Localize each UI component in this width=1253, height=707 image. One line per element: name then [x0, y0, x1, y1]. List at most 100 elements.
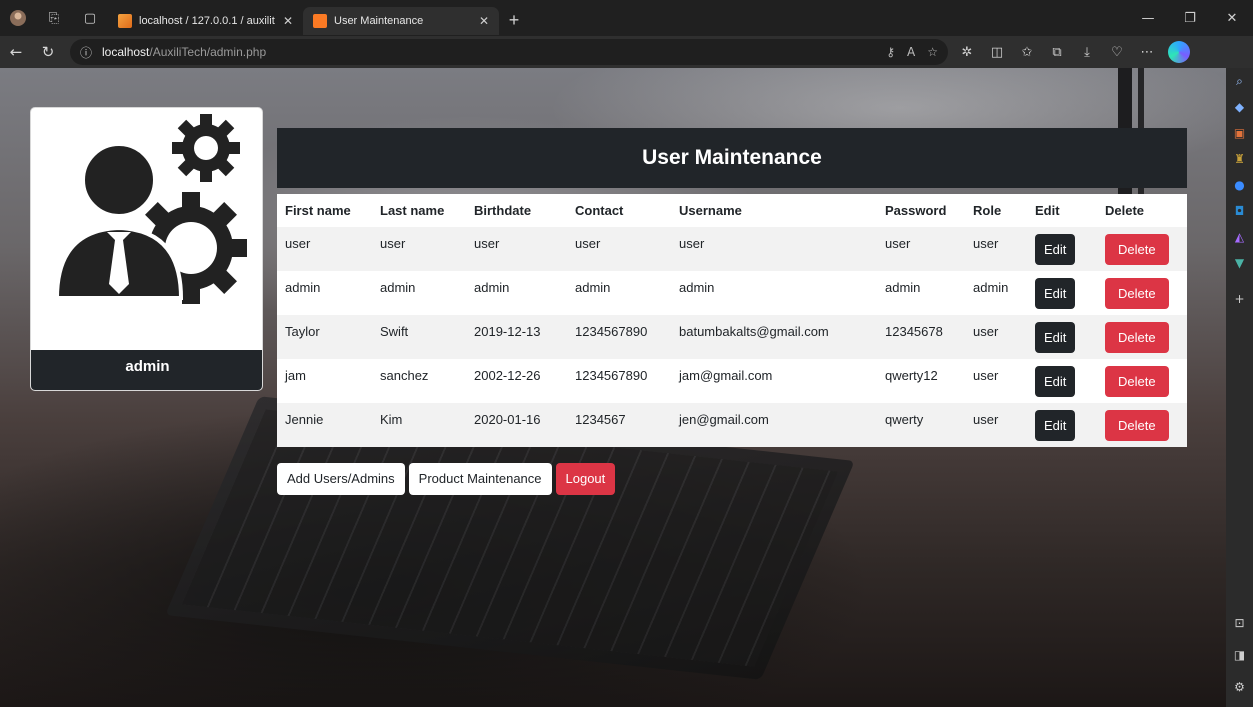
column-header: Username — [671, 194, 877, 227]
cell-last-name: user — [372, 227, 466, 271]
cell-last-name: sanchez — [372, 359, 466, 403]
url-host: localhost — [102, 45, 150, 59]
tab-phpmyadmin[interactable]: localhost / 127.0.0.1 / auxilitech / ✕ — [108, 7, 303, 35]
drop-icon[interactable]: ▼ — [1226, 250, 1253, 276]
delete-button[interactable]: Delete — [1105, 322, 1169, 353]
table-row: Jennie Kim 2020-01-16 1234567 jen@gmail.… — [277, 403, 1187, 447]
address-bar-row: ← ↻ ⓘ localhost/AuxiliTech/admin.php ⚷ A… — [0, 36, 1253, 68]
tab-actions-icon[interactable]: ▢ — [72, 0, 108, 36]
window-close-icon[interactable]: ✕ — [1211, 0, 1253, 36]
outlook-icon[interactable]: ◘ — [1226, 198, 1253, 224]
favorite-star-icon[interactable]: ☆ — [927, 45, 938, 59]
page-actions: Add Users/Admins Product Maintenance Log… — [277, 463, 616, 495]
search-icon[interactable]: ⌕ — [1226, 68, 1253, 94]
page-title: User Maintenance — [277, 128, 1187, 188]
back-button[interactable]: ← — [0, 36, 32, 68]
column-header: Last name — [372, 194, 466, 227]
url-field[interactable]: ⓘ localhost/AuxiliTech/admin.php ⚷ A ☆ — [70, 39, 948, 65]
delete-button[interactable]: Delete — [1105, 410, 1169, 441]
table-row: Taylor Swift 2019-12-13 1234567890 batum… — [277, 315, 1187, 359]
add-users-button[interactable]: Add Users/Admins — [277, 463, 405, 495]
refresh-button[interactable]: ↻ — [32, 36, 64, 68]
favorites-icon[interactable]: ✩ — [1012, 36, 1042, 68]
new-tab-button[interactable]: + — [499, 5, 529, 35]
cell-role: user — [965, 227, 1027, 271]
delete-button[interactable]: Delete — [1105, 278, 1169, 309]
cell-contact: 1234567 — [567, 403, 671, 447]
admin-avatar-icon — [31, 108, 262, 350]
xampp-icon — [313, 14, 327, 28]
edit-button[interactable]: Edit — [1035, 322, 1076, 353]
logout-button[interactable]: Logout — [555, 463, 616, 495]
read-aloud-icon[interactable]: A — [907, 45, 915, 59]
settings-gear-icon[interactable]: ⚙ — [1226, 674, 1253, 700]
cell-role: admin — [965, 271, 1027, 315]
cell-username: jen@gmail.com — [671, 403, 877, 447]
key-icon[interactable]: ⚷ — [886, 45, 895, 59]
profile-card: admin — [30, 107, 263, 391]
url-path: /AuxiliTech/admin.php — [149, 45, 267, 59]
column-header: Password — [877, 194, 965, 227]
hide-sidebar-icon[interactable]: ◨ — [1226, 642, 1253, 668]
table-row: user user user user user user user Edit … — [277, 227, 1187, 271]
cell-first-name: Taylor — [277, 315, 372, 359]
close-icon[interactable]: ✕ — [479, 14, 489, 28]
edit-button[interactable]: Edit — [1035, 278, 1076, 309]
profile-username: admin — [31, 350, 262, 390]
screenshot-icon[interactable]: ⊡ — [1226, 610, 1253, 636]
column-header: Delete — [1097, 194, 1187, 227]
delete-button[interactable]: Delete — [1105, 366, 1169, 397]
designer-icon[interactable]: ◭ — [1226, 224, 1253, 250]
table-row: admin admin admin admin admin admin admi… — [277, 271, 1187, 315]
edit-button[interactable]: Edit — [1035, 234, 1076, 265]
downloads-icon[interactable]: ⤓ — [1072, 36, 1102, 68]
tab-user-maintenance[interactable]: User Maintenance ✕ — [303, 7, 499, 35]
column-header: Contact — [567, 194, 671, 227]
workspaces-icon[interactable]: ⎘ — [36, 0, 72, 36]
games-icon[interactable]: ♜ — [1226, 146, 1253, 172]
cell-last-name: Kim — [372, 403, 466, 447]
edit-button[interactable]: Edit — [1035, 410, 1076, 441]
table-header-row: First name Last name Birthdate Contact U… — [277, 194, 1187, 227]
column-header: Birthdate — [466, 194, 567, 227]
users-table: First name Last name Birthdate Contact U… — [277, 194, 1187, 447]
cell-role: user — [965, 403, 1027, 447]
product-maintenance-button[interactable]: Product Maintenance — [408, 463, 552, 495]
edit-button[interactable]: Edit — [1035, 366, 1076, 397]
copilot-icon[interactable] — [1168, 41, 1190, 63]
cell-birthdate: 2020-01-16 — [466, 403, 567, 447]
delete-button[interactable]: Delete — [1105, 234, 1169, 265]
cell-birthdate: admin — [466, 271, 567, 315]
browser-essentials-icon[interactable]: ♡ — [1102, 36, 1132, 68]
cell-password: admin — [877, 271, 965, 315]
cell-first-name: jam — [277, 359, 372, 403]
tools-icon[interactable]: ▣ — [1226, 120, 1253, 146]
cell-contact: user — [567, 227, 671, 271]
shopping-icon[interactable]: ◆ — [1226, 94, 1253, 120]
cell-birthdate: 2019-12-13 — [466, 315, 567, 359]
column-header: Role — [965, 194, 1027, 227]
table-row: jam sanchez 2002-12-26 1234567890 jam@gm… — [277, 359, 1187, 403]
cell-first-name: Jennie — [277, 403, 372, 447]
collections-icon[interactable]: ⧉ — [1042, 36, 1072, 68]
cell-username: user — [671, 227, 877, 271]
cell-username: jam@gmail.com — [671, 359, 877, 403]
more-menu-icon[interactable]: ⋯ — [1132, 36, 1162, 68]
microsoft365-icon[interactable]: ● — [1226, 172, 1253, 198]
column-header: First name — [277, 194, 372, 227]
profile-avatar-icon[interactable] — [0, 0, 36, 36]
cell-password: 12345678 — [877, 315, 965, 359]
minimize-icon[interactable]: — — [1127, 0, 1169, 36]
split-screen-icon[interactable]: ◫ — [982, 36, 1012, 68]
add-sidebar-app-icon[interactable]: + — [1226, 286, 1253, 312]
restore-icon[interactable]: ❐ — [1169, 0, 1211, 36]
phpmyadmin-icon — [118, 14, 132, 28]
site-info-icon[interactable]: ⓘ — [80, 44, 92, 61]
cell-first-name: user — [277, 227, 372, 271]
browser-sidebar: ⌕ ◆ ▣ ♜ ● ◘ ◭ ▼ + ⊡ ◨ ⚙ — [1226, 68, 1253, 707]
cell-contact: 1234567890 — [567, 359, 671, 403]
close-icon[interactable]: ✕ — [283, 14, 293, 28]
browser-tab-bar: ⎘ ▢ localhost / 127.0.0.1 / auxilitech /… — [0, 0, 1253, 36]
page-viewport: admin User Maintenance First name Last n… — [0, 68, 1226, 707]
extensions-icon[interactable]: ✲ — [952, 36, 982, 68]
